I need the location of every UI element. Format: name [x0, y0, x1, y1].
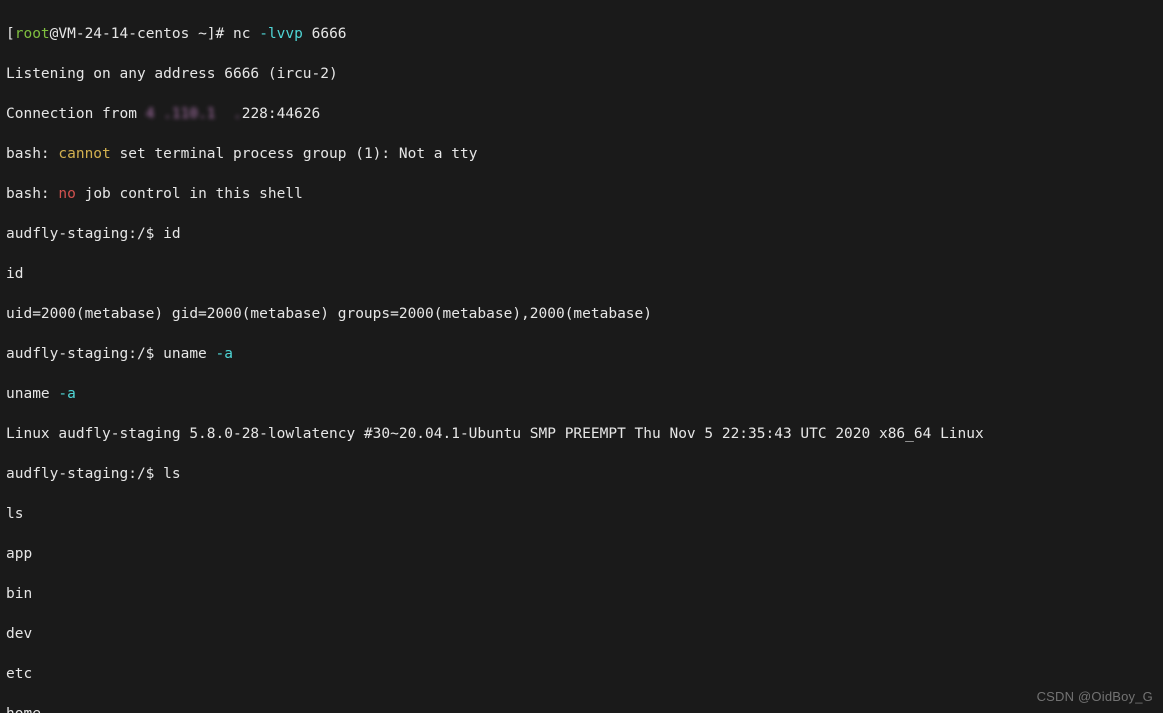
line-connection: Connection from 4 .110.1 .228:44626 [6, 104, 1157, 124]
redacted-ip: 4 .110.1 . [146, 106, 242, 122]
ls-output-row: etc [6, 664, 1157, 684]
terminal[interactable]: [root@VM-24-14-centos ~]# nc -lvvp 6666 … [0, 0, 1163, 713]
ls-output-row: bin [6, 584, 1157, 604]
ls-output-row: dev [6, 624, 1157, 644]
line-echo-uname: uname -a [6, 384, 1157, 404]
line-bash-warn-2: bash: no job control in this shell [6, 184, 1157, 204]
line-prompt-id: audfly-staging:/$ id [6, 224, 1157, 244]
line-id-output: uid=2000(metabase) gid=2000(metabase) gr… [6, 304, 1157, 324]
line-nc-command: [root@VM-24-14-centos ~]# nc -lvvp 6666 [6, 24, 1157, 44]
line-prompt-uname: audfly-staging:/$ uname -a [6, 344, 1157, 364]
ls-output-row: app [6, 544, 1157, 564]
line-listening: Listening on any address 6666 (ircu-2) [6, 64, 1157, 84]
line-bash-warn-1: bash: cannot set terminal process group … [6, 144, 1157, 164]
line-uname-output: Linux audfly-staging 5.8.0-28-lowlatency… [6, 424, 1157, 444]
ls-output-row: home [6, 704, 1157, 713]
ls-output-row: ls [6, 504, 1157, 524]
line-prompt-ls: audfly-staging:/$ ls [6, 464, 1157, 484]
line-echo-id: id [6, 264, 1157, 284]
watermark: CSDN @OidBoy_G [1037, 687, 1153, 707]
